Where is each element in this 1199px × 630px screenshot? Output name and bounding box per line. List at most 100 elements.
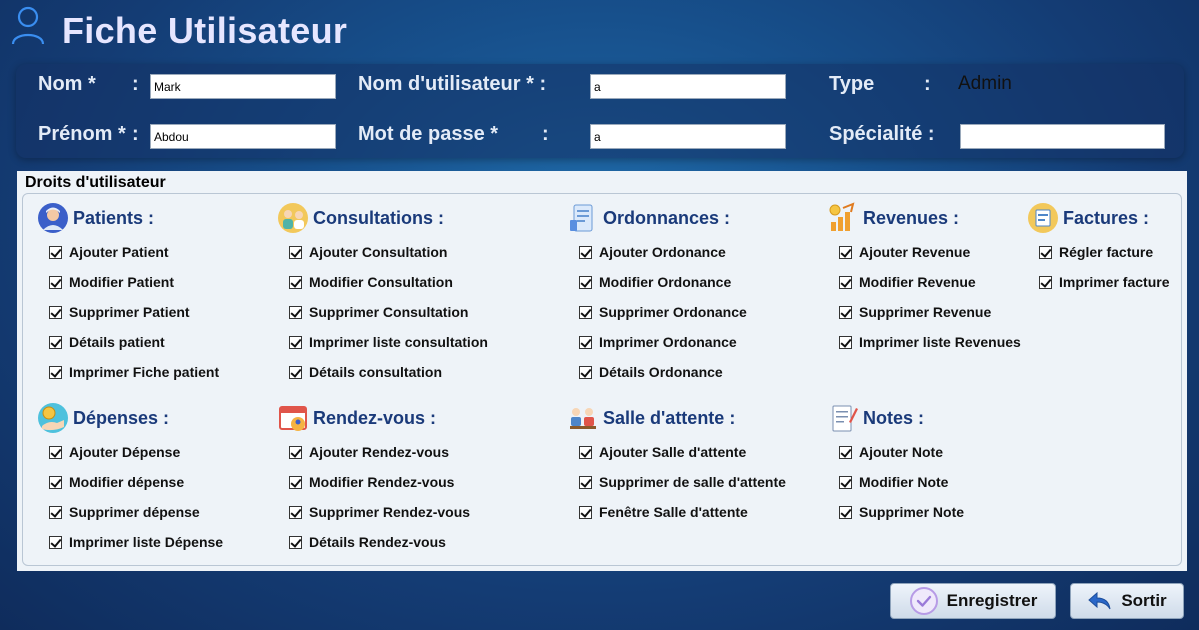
permission-checkbox[interactable] [49,245,62,259]
permission-item[interactable]: Ajouter Patient [49,242,169,262]
permission-item[interactable]: Supprimer Rendez-vous [289,502,470,522]
permission-label: Supprimer de salle d'attente [599,474,786,490]
permission-item[interactable]: Imprimer facture [1039,272,1169,292]
permission-checkbox[interactable] [289,475,302,489]
permission-checkbox[interactable] [49,335,62,349]
permission-item[interactable]: Modifier Rendez-vous [289,472,454,492]
permission-checkbox[interactable] [289,505,302,519]
permission-item[interactable]: Imprimer Fiche patient [49,362,219,382]
permission-checkbox[interactable] [289,275,302,289]
patient-icon [38,203,68,233]
permission-item[interactable]: Modifier Patient [49,272,174,292]
permission-checkbox[interactable] [49,365,62,379]
permission-checkbox[interactable] [1039,275,1052,289]
permission-item[interactable]: Imprimer liste Dépense [49,532,223,552]
rights-group-title: Consultations : [313,208,444,228]
permission-checkbox[interactable] [579,275,592,289]
permission-checkbox[interactable] [579,365,592,379]
permission-item[interactable]: Modifier Ordonance [579,272,731,292]
permission-item[interactable]: Détails consultation [289,362,442,382]
save-button[interactable]: Enregistrer [890,583,1056,619]
permission-item[interactable]: Régler facture [1039,242,1153,262]
permission-label: Modifier Patient [69,274,175,290]
rights-group-title: Salle d'attente : [603,408,736,428]
permission-checkbox[interactable] [49,275,62,289]
permission-item[interactable]: Imprimer liste consultation [289,332,488,352]
permission-checkbox[interactable] [839,445,852,459]
permission-checkbox[interactable] [289,335,302,349]
permission-item[interactable]: Supprimer Ordonance [579,302,747,322]
permission-label: Fenêtre Salle d'attente [599,504,748,520]
nom-input[interactable] [150,74,336,99]
specialite-input[interactable] [960,124,1165,149]
permission-item[interactable]: Modifier Revenue [839,272,976,292]
permission-item[interactable]: Ajouter Rendez-vous [289,442,449,462]
permission-label: Imprimer liste Revenues [859,334,1021,350]
permission-checkbox[interactable] [49,445,62,459]
prenom-input[interactable] [150,124,336,149]
permission-checkbox[interactable] [839,505,852,519]
permission-checkbox[interactable] [289,365,302,379]
permission-checkbox[interactable] [839,305,852,319]
permission-item[interactable]: Modifier dépense [49,472,184,492]
permission-checkbox[interactable] [49,535,62,549]
permission-item[interactable]: Ajouter Salle d'attente [579,442,746,462]
permission-item[interactable]: Détails Ordonance [579,362,723,382]
permission-checkbox[interactable] [839,275,852,289]
permission-checkbox[interactable] [579,475,592,489]
permission-label: Modifier Revenue [859,274,976,290]
permission-checkbox[interactable] [579,245,592,259]
permission-item[interactable]: Ajouter Note [839,442,943,462]
permission-label: Modifier Ordonance [599,274,732,290]
permission-item[interactable]: Ajouter Revenue [839,242,970,262]
username-input[interactable] [590,74,786,99]
permission-checkbox[interactable] [289,445,302,459]
nom-label: Nom * [38,73,96,95]
permission-label: Supprimer Revenue [859,304,992,320]
permission-label: Supprimer Rendez-vous [309,504,471,520]
permission-item[interactable]: Fenêtre Salle d'attente [579,502,748,522]
back-arrow-icon [1087,590,1113,612]
permission-checkbox[interactable] [289,535,302,549]
permission-checkbox[interactable] [289,305,302,319]
permission-item[interactable]: Supprimer de salle d'attente [579,472,786,492]
permission-item[interactable]: Modifier Consultation [289,272,453,292]
permission-item[interactable]: Supprimer dépense [49,502,200,522]
permission-checkbox[interactable] [49,475,62,489]
username-label: Nom d'utilisateur * : [358,73,547,95]
permission-checkbox[interactable] [289,245,302,259]
permission-item[interactable]: Ajouter Ordonance [579,242,726,262]
permission-checkbox[interactable] [839,475,852,489]
permission-checkbox[interactable] [579,305,592,319]
permission-checkbox[interactable] [1039,245,1052,259]
permission-item[interactable]: Supprimer Patient [49,302,190,322]
permission-checkbox[interactable] [579,505,592,519]
permission-checkbox[interactable] [49,505,62,519]
permission-item[interactable]: Ajouter Dépense [49,442,180,462]
permission-label: Supprimer dépense [69,504,200,520]
permission-label: Détails consultation [309,364,443,380]
permission-checkbox[interactable] [49,305,62,319]
permission-checkbox[interactable] [579,335,592,349]
rights-group-title: Dépenses : [73,408,170,428]
permission-checkbox[interactable] [579,445,592,459]
permission-item[interactable]: Supprimer Note [839,502,964,522]
permission-item[interactable]: Supprimer Revenue [839,302,991,322]
password-label: Mot de passe * [358,123,499,145]
rights-title: Droits d'utilisateur [25,174,166,191]
rights-group-title: Rendez-vous : [313,408,437,428]
permission-item[interactable]: Détails Rendez-vous [289,532,446,552]
permission-item[interactable]: Imprimer Ordonance [579,332,737,352]
exit-button[interactable]: Sortir [1070,583,1184,619]
rights-group-title: Revenues : [863,208,960,228]
permission-checkbox[interactable] [839,245,852,259]
permission-item[interactable]: Détails patient [49,332,165,352]
permission-item[interactable]: Imprimer liste Revenues [839,332,1021,352]
permission-checkbox[interactable] [839,335,852,349]
permission-label: Imprimer liste Dépense [69,534,224,550]
permission-item[interactable]: Supprimer Consultation [289,302,468,322]
permission-item[interactable]: Modifier Note [839,472,948,492]
password-input[interactable] [590,124,786,149]
permission-item[interactable]: Ajouter Consultation [289,242,447,262]
expense-icon [38,403,68,433]
